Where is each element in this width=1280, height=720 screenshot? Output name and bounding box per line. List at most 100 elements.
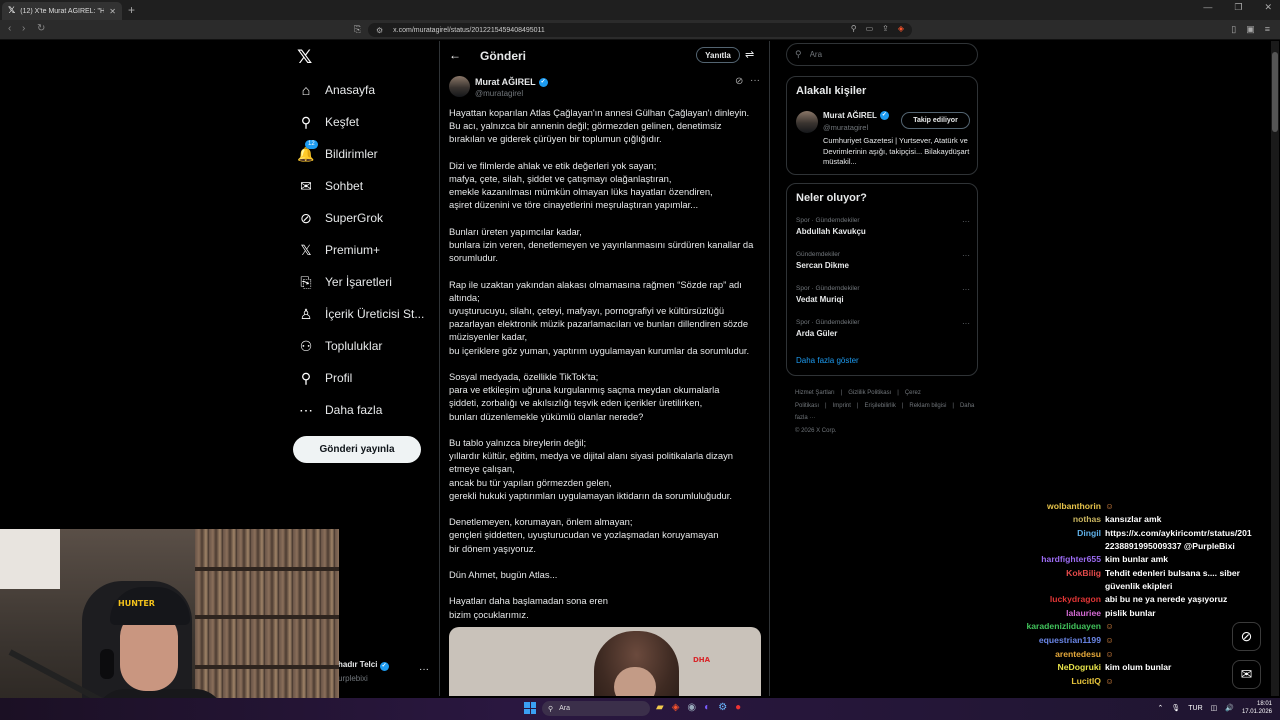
post-button[interactable]: Gönderi yayınla [293,436,421,463]
trend-item[interactable]: Gündemdekiler Sercan Dikme ··· [796,251,970,270]
nav-item-0[interactable]: ⌂ Anasayfa [298,78,375,102]
footer-link[interactable]: Imprint [833,403,851,409]
nav-item-8[interactable]: ⚇ Topluluklar [298,334,383,358]
following-button[interactable]: Takip ediliyor [901,112,970,129]
chat-username[interactable]: lalauriee [1000,607,1105,620]
chat-username[interactable]: nothas [1000,513,1105,526]
trend-item[interactable]: Spor · Gündemdekiler Abdullah Kavukçu ··· [796,217,970,236]
author-avatar[interactable] [449,76,470,97]
footer-link[interactable]: Gizlilik Politikası [848,390,891,396]
close-window-button[interactable]: ✕ [1264,2,1272,13]
back-arrow-icon[interactable]: ← [449,48,461,62]
sliders-icon[interactable]: ⇌ [745,48,754,61]
author-name[interactable]: Murat AĞIREL ✓ [475,77,548,87]
wallet-icon[interactable]: ▣ [1246,24,1255,35]
brave-shield-icon[interactable]: ◈ [898,24,904,33]
post-media-image[interactable]: DHA [449,627,761,696]
discord-icon[interactable]: ◐ [704,702,710,713]
account-switcher[interactable]: hadır Telci ✓ urplebixi [338,660,389,683]
reload-icon[interactable]: ↻ [37,23,45,34]
search-input[interactable] [809,50,960,59]
scrollbar-thumb[interactable] [1272,52,1278,132]
trend-context: Gündemdekiler [796,251,841,258]
grok-icon[interactable]: ⊘ [735,76,743,87]
window-controls: — ❐ ✕ [1203,2,1272,13]
maximize-button[interactable]: ❐ [1234,2,1242,13]
chat-username[interactable]: luckydragon [1000,593,1105,606]
account-more-icon[interactable]: ··· [419,664,429,675]
search-box[interactable]: ⚲ [786,43,978,66]
chat-username[interactable]: LucitIQ [1000,675,1105,688]
messages-float-icon[interactable]: ✉ [1232,660,1261,689]
verified-icon: ✓ [879,111,889,120]
nav-item-7[interactable]: ♙ İçerik Üreticisi St... [298,302,425,326]
person-name[interactable]: Murat AĞIREL ✓ [823,111,889,120]
forward-icon[interactable]: › [22,23,25,34]
minimize-button[interactable]: — [1203,2,1212,13]
reply-button[interactable]: Yanıtla [696,47,740,63]
chat-username[interactable]: hardfighter655 [1000,553,1105,566]
network-icon[interactable]: ◫ [1211,704,1218,712]
new-tab-icon[interactable]: + [128,3,135,17]
chat-message: wolbanthorin ☺ [1000,500,1275,513]
app-icon[interactable]: ◉ [687,702,696,713]
chat-username[interactable]: KokBilig [1000,567,1105,593]
chat-username[interactable]: NeDogruki [1000,661,1105,674]
volume-icon[interactable]: 🔊 [1225,704,1234,712]
show-more-link[interactable]: Daha fazla göster [796,356,859,365]
chat-username[interactable]: Dingil [1000,527,1105,553]
nav-item-4[interactable]: ⊘ SuperGrok [298,206,383,230]
trend-more-icon[interactable]: ··· [962,319,970,328]
browser-tab[interactable]: 𝕏 (12) X'te Murat AĞIREL: "Hayatt... ✕ [2,2,122,20]
nav-item-1[interactable]: ⚲ Keşfet [298,110,359,134]
obs-icon[interactable]: ● [735,702,741,713]
back-icon[interactable]: ‹ [8,23,11,34]
footer-link[interactable]: Hizmet Şartları [795,390,835,396]
nav-item-2[interactable]: 🔔 12 Bildirimler [297,140,378,166]
taskbar-search[interactable]: ⚲ Ara [542,701,650,716]
trend-more-icon[interactable]: ··· [962,251,970,260]
tray-chevron-icon[interactable]: ⌃ [1157,704,1163,712]
chat-username[interactable]: karadenizliduayen [1000,620,1105,633]
trend-more-icon[interactable]: ··· [962,285,970,294]
site-info-icon[interactable]: ⚙ [376,26,383,35]
menu-icon[interactable]: ≡ [1265,24,1270,35]
sidebar-icon[interactable]: ▯ [1231,24,1236,35]
nav-item-9[interactable]: ⚲ Profil [298,366,352,390]
footer-link[interactable]: Erişilebilirlik [864,403,895,409]
bookmark-page-icon[interactable]: ⎘ [354,24,361,35]
trend-item[interactable]: Spor · Gündemdekiler Arda Güler ··· [796,319,970,338]
language-indicator[interactable]: TUR [1188,705,1202,712]
shelf-divider [195,615,339,619]
file-explorer-icon[interactable]: ▰ [656,702,664,713]
person-handle[interactable]: @muratagirel [823,123,868,132]
chat-username[interactable]: wolbanthorin [1000,500,1105,513]
share-icon[interactable]: ⇪ [882,24,889,33]
x-logo-icon[interactable]: 𝕏 [297,46,312,68]
chat-username[interactable]: equestrian1199 [1000,634,1105,647]
clock[interactable]: 18:01 17.01.2026 [1242,700,1272,716]
tab-close-icon[interactable]: ✕ [109,7,116,16]
nav-item-10[interactable]: ⋯ Daha fazla [298,398,382,422]
url-field[interactable]: ⚙ x.com/muratagirel/status/2012215459408… [368,23,912,37]
footer-link[interactable]: Reklam bilgisi [909,403,946,409]
chat-username[interactable]: arentedesu [1000,648,1105,661]
zoom-icon[interactable]: ⚲ [851,24,857,33]
trend-more-icon[interactable]: ··· [962,217,970,226]
person-avatar[interactable] [796,111,818,133]
brave-icon[interactable]: ◈ [672,702,680,713]
windows-start-icon[interactable] [524,702,536,714]
grok-float-icon[interactable]: ⊘ [1232,622,1261,651]
related-title: Alakalı kişiler [796,85,867,97]
cast-icon[interactable]: ▭ [866,24,874,33]
nav-item-3[interactable]: ✉ Sohbet [298,174,363,198]
nav-item-5[interactable]: 𝕏 Premium+ [298,238,380,262]
nav-item-6[interactable]: ⎘ Yer İşaretleri [298,270,392,294]
trend-item[interactable]: Spor · Gündemdekiler Vedat Muriqi ··· [796,285,970,304]
footer-link[interactable]: © 2026 X Corp. [795,428,836,434]
mic-icon[interactable]: 🎙 [1171,704,1180,712]
steam-icon[interactable]: ⚙ [718,702,727,713]
author-handle[interactable]: @muratagirel [475,89,523,98]
footer-link: | [856,402,859,409]
post-more-icon[interactable]: ··· [750,75,760,86]
